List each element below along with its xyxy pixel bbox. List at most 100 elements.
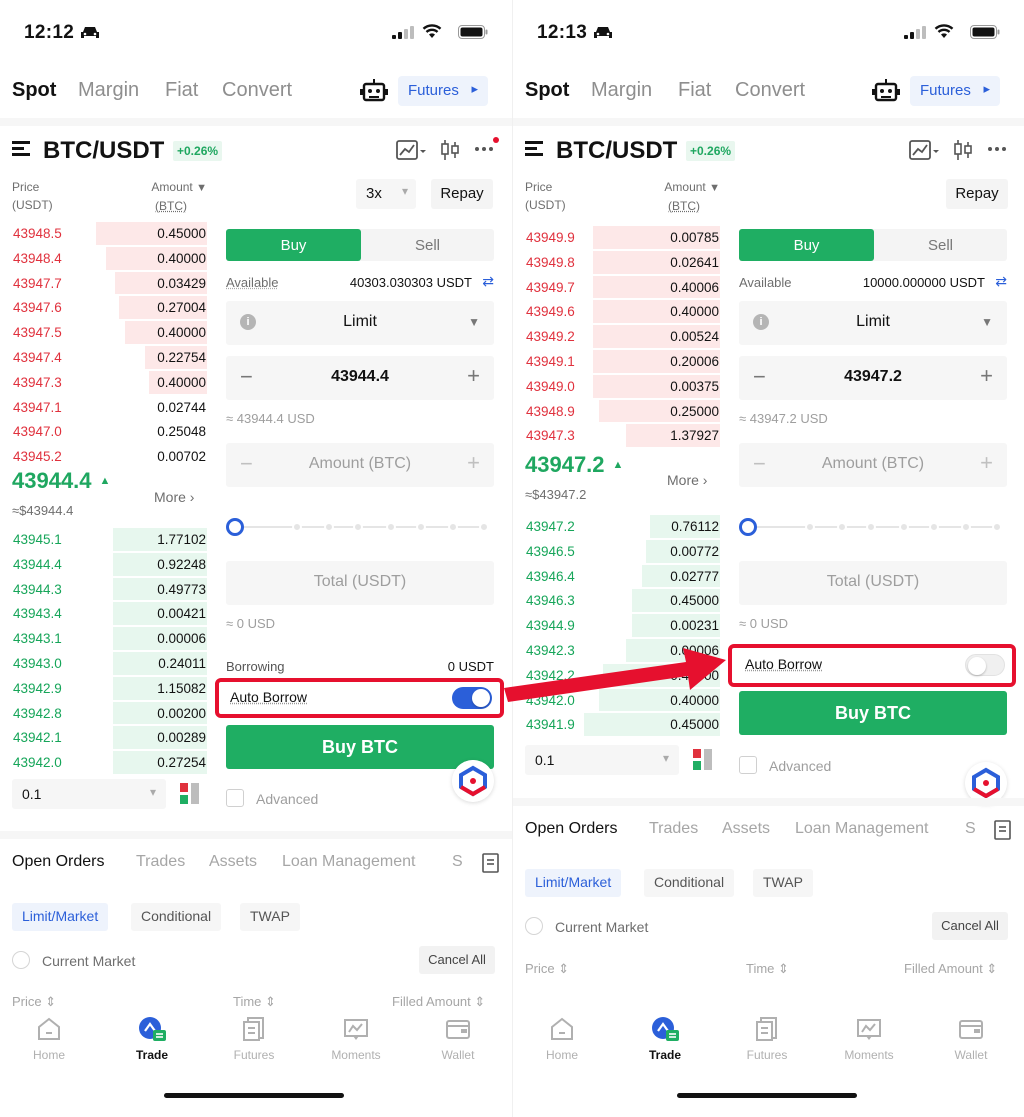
bid-row[interactable]: 43942.0 0.40000 [525,688,720,713]
tab-fiat[interactable]: Fiat [678,79,711,102]
buy-btc-button[interactable]: Buy BTC [226,725,494,769]
current-market-row[interactable]: Current Market [525,917,725,937]
ask-row[interactable]: 43947.3 1.37927 [525,423,720,448]
bid-row[interactable]: 43944.9 0.00231 [525,613,720,638]
buy-tab[interactable]: Buy [226,229,361,261]
cancel-all-button[interactable]: Cancel All [932,912,1008,940]
swap-icon[interactable]: ⇄ [995,273,1007,290]
subtab-limit-market[interactable]: Limit/Market [525,869,622,897]
plus-icon[interactable]: + [467,450,480,476]
ask-row[interactable]: 43947.7 0.03429 [12,271,207,296]
bid-row[interactable]: 43942.9 1.15082 [12,676,207,701]
plus-icon[interactable]: + [467,363,480,389]
current-market-radio[interactable] [525,917,543,935]
chart-icon[interactable] [909,140,939,162]
bid-row[interactable]: 43942.8 0.00200 [12,701,207,726]
subtab-twap[interactable]: TWAP [753,869,813,897]
ask-row[interactable]: 43947.5 0.40000 [12,320,207,345]
ask-row[interactable]: 43949.2 0.00524 [525,324,720,349]
bid-row[interactable]: 43942.3 0.00006 [525,638,720,663]
buy-btc-button[interactable]: Buy BTC [739,691,1007,735]
amount-input[interactable]: − Amount (BTC) + [226,443,494,487]
tab-convert[interactable]: Convert [735,79,805,102]
tab-spot[interactable]: Spot [525,79,570,102]
ask-row[interactable]: 43947.0 0.25048 [12,419,207,444]
tab-trades[interactable]: Trades [136,853,185,871]
nav-home[interactable]: Home [14,1016,84,1062]
depth-select[interactable]: 0.1 [525,745,679,775]
tab-margin[interactable]: Margin [591,79,652,102]
tab-loan-management[interactable]: Loan Management [282,853,415,871]
tab-fiat[interactable]: Fiat [165,79,198,102]
plus-icon[interactable]: + [980,363,993,389]
subtab-conditional[interactable]: Conditional [131,903,222,931]
col-time[interactable]: Time ⇕ [233,994,276,1010]
more-icon[interactable] [987,136,1013,158]
tab-convert[interactable]: Convert [222,79,292,102]
bid-row[interactable]: 43946.4 0.02777 [525,564,720,589]
amount-slider[interactable] [739,517,1007,537]
ask-row[interactable]: 43947.3 0.40000 [12,370,207,395]
nav-trade[interactable]: Trade [117,1016,187,1062]
order-type-select[interactable]: i Limit ▼ [226,301,494,345]
ask-row[interactable]: 43945.2 0.00702 [12,444,207,469]
cancel-all-button[interactable]: Cancel All [419,946,495,974]
price-input[interactable]: − 43944.4 + [226,356,494,400]
nav-trade[interactable]: Trade [630,1016,700,1062]
col-filled-amount[interactable]: Filled Amount ⇕ [904,961,997,977]
col-price[interactable]: Price ⇕ [12,994,56,1010]
menu-icon[interactable] [525,140,547,158]
ask-row[interactable]: 43949.1 0.20006 [525,349,720,374]
subtab-conditional[interactable]: Conditional [644,869,735,897]
bid-row[interactable]: 43945.1 1.77102 [12,527,207,552]
ask-row[interactable]: 43949.6 0.40000 [525,299,720,324]
amount-input[interactable]: − Amount (BTC) + [739,443,1007,487]
ask-row[interactable]: 43949.9 0.00785 [525,225,720,250]
buy-tab[interactable]: Buy [739,229,874,261]
bid-row[interactable]: 43946.5 0.00772 [525,539,720,564]
bot-icon[interactable] [360,78,388,104]
swap-icon[interactable]: ⇄ [482,273,494,290]
bid-row[interactable]: 43947.2 0.76112 [525,514,720,539]
plus-icon[interactable]: + [980,450,993,476]
ask-row[interactable]: 43947.1 0.02744 [12,395,207,420]
bid-row[interactable]: 43943.4 0.00421 [12,601,207,626]
chart-icon[interactable] [396,140,426,162]
col-time[interactable]: Time ⇕ [746,961,789,977]
tab-loan-management[interactable]: Loan Management [795,820,928,838]
tab-open-orders[interactable]: Open Orders [525,820,617,838]
nav-moments[interactable]: Moments [321,1016,391,1062]
tab-open-orders[interactable]: Open Orders [12,853,104,871]
nav-home[interactable]: Home [527,1016,597,1062]
bid-row[interactable]: 43942.2 0.40000 [525,663,720,688]
tab-trades[interactable]: Trades [649,820,698,838]
assistant-icon[interactable] [452,760,494,802]
tab-spot[interactable]: Spot [12,79,57,102]
tab-margin[interactable]: Margin [78,79,139,102]
ask-row[interactable]: 43947.4 0.22754 [12,345,207,370]
advanced-row[interactable]: Advanced [739,756,919,776]
ask-row[interactable]: 43948.4 0.40000 [12,246,207,271]
col-price[interactable]: Price ⇕ [525,961,569,977]
nav-futures[interactable]: Futures [732,1016,802,1062]
total-input[interactable]: Total (USDT) [739,561,1007,605]
sell-tab[interactable]: Sell [874,229,1007,261]
slider-knob[interactable] [739,518,757,536]
futures-button[interactable]: Futures [398,76,488,106]
nav-moments[interactable]: Moments [834,1016,904,1062]
ask-row[interactable]: 43949.0 0.00375 [525,374,720,399]
sell-tab[interactable]: Sell [361,229,494,261]
tab-assets[interactable]: Assets [722,820,770,838]
subtab-twap[interactable]: TWAP [240,903,300,931]
nav-wallet[interactable]: Wallet [936,1016,1006,1062]
more-link[interactable]: More › [667,472,707,488]
bid-row[interactable]: 43943.1 0.00006 [12,626,207,651]
advanced-checkbox[interactable] [226,789,244,807]
subtab-limit-market[interactable]: Limit/Market [12,903,109,931]
advanced-checkbox[interactable] [739,756,757,774]
current-market-radio[interactable] [12,951,30,969]
bot-icon[interactable] [872,78,900,104]
repay-button[interactable]: Repay [431,179,493,209]
nav-futures[interactable]: Futures [219,1016,289,1062]
bid-row[interactable]: 43943.0 0.24011 [12,651,207,676]
